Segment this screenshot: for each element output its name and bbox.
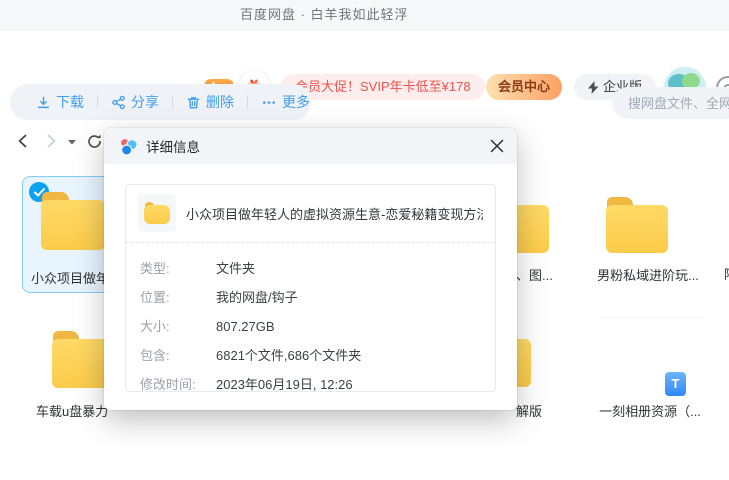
delete-button[interactable]: 删除: [186, 92, 234, 112]
dialog-content-box: 小众项目做年轻人的虚拟资源生意-恋爱秘籍变现方法 类型: 文件夹 位置: 我的网…: [125, 184, 496, 392]
field-row-size: 大小: 807.27GB: [126, 312, 495, 341]
caret-down-icon[interactable]: [66, 137, 78, 147]
field-value: 文件夹: [216, 254, 255, 283]
file-name-row: 小众项目做年轻人的虚拟资源生意-恋爱秘籍变现方法: [126, 185, 495, 241]
field-value: 6821个文件,686个文件夹: [216, 341, 361, 370]
more-dots-icon: [261, 95, 277, 110]
file-label[interactable]: 男粉私域进阶玩...: [580, 265, 716, 284]
field-label: 大小:: [140, 312, 216, 341]
back-icon[interactable]: [14, 132, 32, 150]
field-row-modified: 修改时间: 2023年06月19日, 12:26: [126, 370, 495, 399]
baidu-netdisk-window: 百度网盘 · 白羊我如此轻浮 会员大促！SVIP年卡低至¥178 会员中心: [0, 0, 729, 480]
field-row-type: 类型: 文件夹: [126, 254, 495, 283]
close-icon[interactable]: [489, 138, 505, 154]
field-row-location: 位置: 我的网盘/钩子: [126, 283, 495, 312]
trash-icon: [186, 95, 201, 110]
svip-promo-banner[interactable]: 会员大促！SVIP年卡低至¥178: [281, 74, 485, 100]
field-row-contains: 包含: 6821个文件,686个文件夹: [126, 341, 495, 370]
enterprise-bolt-icon: [588, 81, 599, 94]
search-input[interactable]: [612, 87, 729, 119]
field-value: 2023年06月19日, 12:26: [216, 370, 353, 399]
member-center-button[interactable]: 会员中心: [486, 74, 562, 100]
folder-icon[interactable]: [606, 197, 668, 253]
header: 会员大促！SVIP年卡低至¥178 会员中心 企业版 SVIP1: [0, 30, 729, 82]
txt-file-icon[interactable]: T: [665, 372, 686, 396]
file-label[interactable]: 解版: [516, 401, 550, 420]
share-button[interactable]: 分享: [111, 92, 159, 112]
folder-icon: [41, 192, 105, 250]
watermark-text: ········································…: [598, 315, 704, 327]
folder-icon: [138, 194, 176, 232]
dashed-divider: [126, 242, 495, 243]
download-label: 下载: [56, 92, 84, 112]
field-label: 类型:: [140, 254, 216, 283]
field-label: 位置:: [140, 283, 216, 312]
dialog-header: 详细信息: [104, 128, 517, 164]
field-label: 修改时间:: [140, 370, 216, 399]
forward-icon[interactable]: [42, 132, 60, 150]
titlebar: 百度网盘 · 白羊我如此轻浮: [0, 0, 729, 30]
netdisk-logo-icon: [118, 136, 138, 156]
field-value: 我的网盘/钩子: [216, 283, 298, 312]
more-button[interactable]: 更多: [261, 92, 310, 112]
file-label[interactable]: 一刻相册资源（...: [580, 401, 720, 420]
window-title: 百度网盘 · 白羊我如此轻浮: [240, 0, 409, 30]
download-icon: [36, 95, 51, 110]
dialog-file-name: 小众项目做年轻人的虚拟资源生意-恋爱秘籍变现方法: [186, 204, 483, 223]
details-dialog: 详细信息 小众项目做年轻人的虚拟资源生意-恋爱秘籍变现方法 类型: 文件夹 位置…: [104, 128, 517, 410]
more-label: 更多: [282, 92, 310, 112]
share-label: 分享: [131, 92, 159, 112]
field-label: 包含:: [140, 341, 216, 370]
toolbar-separator: [97, 95, 98, 109]
field-value: 807.27GB: [216, 312, 275, 341]
share-icon: [111, 95, 126, 110]
dialog-title: 详细信息: [146, 136, 200, 156]
download-button[interactable]: 下载: [36, 92, 84, 112]
file-label[interactable]: 、图...: [516, 265, 552, 284]
detail-fields: 类型: 文件夹 位置: 我的网盘/钩子 大小: 807.27GB 包含: 682…: [126, 254, 495, 399]
delete-label: 删除: [206, 92, 234, 112]
search-box: [612, 87, 729, 119]
toolbar-separator: [172, 95, 173, 109]
refresh-icon[interactable]: [84, 131, 104, 151]
file-action-toolbar: 下载 分享 删除 更多: [10, 84, 311, 120]
file-label[interactable]: 阿: [724, 264, 729, 283]
toolbar-separator: [247, 95, 248, 109]
